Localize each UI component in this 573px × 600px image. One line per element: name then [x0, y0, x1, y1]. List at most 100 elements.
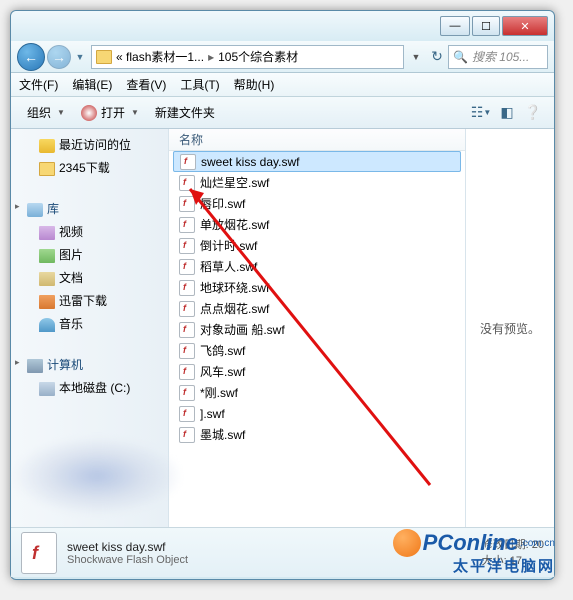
- address-dropdown[interactable]: ▼: [408, 52, 424, 62]
- preview-pane: 没有预览。: [466, 129, 554, 527]
- chevron-down-icon: ▼: [131, 108, 139, 117]
- preview-empty-text: 没有预览。: [480, 320, 540, 337]
- sidebar-item-videos[interactable]: 视频: [11, 220, 168, 243]
- file-name-label: 飞鸽.swf: [200, 342, 245, 359]
- menu-file[interactable]: 文件(F): [19, 76, 58, 93]
- back-button[interactable]: ←: [17, 43, 45, 71]
- nav-bar: ← → ▼ « flash素材一1... ▸ 105个综合素材 ▼ ↻ 🔍 搜索…: [11, 41, 554, 73]
- file-row[interactable]: 单放烟花.swf: [169, 214, 465, 235]
- help-button[interactable]: ❔: [520, 102, 546, 124]
- maximize-button[interactable]: ☐: [472, 16, 500, 36]
- menu-edit[interactable]: 编辑(E): [72, 76, 112, 93]
- menu-tools[interactable]: 工具(T): [180, 76, 219, 93]
- file-name-label: *刚.swf: [200, 384, 238, 401]
- swf-file-icon: [179, 364, 195, 380]
- view-options-button[interactable]: ☷▼: [468, 102, 494, 124]
- file-name-label: 风车.swf: [200, 363, 245, 380]
- file-row[interactable]: 倒计时.swf: [169, 235, 465, 256]
- file-row[interactable]: 飞鸽.swf: [169, 340, 465, 361]
- watermark-cn: 太平洋电脑网: [393, 555, 555, 576]
- tree: 最近访问的位 2345下载 ▸库 视频 图片 文档 迅雷下载 音乐 ▸计算机 本…: [11, 129, 168, 421]
- sidebar-item-recent[interactable]: 最近访问的位: [11, 133, 168, 156]
- sidebar-item-computer[interactable]: ▸计算机: [11, 353, 168, 376]
- swf-file-icon: [179, 322, 195, 338]
- sidebar-item-xunlei[interactable]: 迅雷下载: [11, 289, 168, 312]
- breadcrumb-1[interactable]: flash素材一1...: [126, 48, 204, 65]
- sidebar-item-localdisk[interactable]: 本地磁盘 (C:): [11, 376, 168, 399]
- file-name-label: 地球环绕.swf: [200, 279, 269, 296]
- sidebar-item-pictures[interactable]: 图片: [11, 243, 168, 266]
- globe-icon: [393, 529, 421, 557]
- file-row[interactable]: 地球环绕.swf: [169, 277, 465, 298]
- newfolder-label: 新建文件夹: [155, 104, 215, 121]
- sidebar-item-music[interactable]: 音乐: [11, 312, 168, 335]
- file-name-label: 唇印.swf: [200, 195, 245, 212]
- titlebar: — ☐ ✕: [11, 11, 554, 41]
- breadcrumb-2[interactable]: 105个综合素材: [218, 48, 298, 65]
- file-row[interactable]: 风车.swf: [169, 361, 465, 382]
- selected-file-type: Shockwave Flash Object: [67, 554, 188, 566]
- newfolder-button[interactable]: 新建文件夹: [147, 101, 223, 124]
- file-row[interactable]: 唇印.swf: [169, 193, 465, 214]
- expand-icon[interactable]: ▸: [15, 357, 20, 368]
- library-icon: [27, 203, 43, 217]
- search-input[interactable]: 🔍 搜索 105...: [448, 45, 548, 69]
- swf-file-icon: [179, 259, 195, 275]
- column-header-name[interactable]: 名称: [169, 129, 465, 151]
- toolbar: 组织 ▼ 打开 ▼ 新建文件夹 ☷▼ ◧ ❔: [11, 97, 554, 129]
- video-icon: [39, 226, 55, 240]
- file-name-label: 单放烟花.swf: [200, 216, 269, 233]
- folder-icon: [39, 162, 55, 176]
- file-name-label: ].swf: [200, 407, 225, 421]
- file-row[interactable]: sweet kiss day.swf: [173, 151, 461, 172]
- menu-view[interactable]: 查看(V): [126, 76, 166, 93]
- swf-file-icon: [179, 238, 195, 254]
- organize-label: 组织: [27, 104, 51, 121]
- sidebar-item-downloads[interactable]: 2345下载: [11, 156, 168, 179]
- minimize-button[interactable]: —: [440, 16, 470, 36]
- selected-file-name: sweet kiss day.swf: [67, 540, 188, 554]
- open-button[interactable]: 打开 ▼: [73, 101, 147, 124]
- file-row[interactable]: *刚.swf: [169, 382, 465, 403]
- menu-help[interactable]: 帮助(H): [234, 76, 275, 93]
- document-icon: [39, 272, 55, 286]
- file-type-icon: [21, 532, 57, 574]
- file-name-label: 对象动画 船.swf: [200, 321, 285, 338]
- swf-file-icon: [179, 427, 195, 443]
- sidebar-item-library[interactable]: ▸库: [11, 197, 168, 220]
- blur-overlay: [12, 436, 182, 516]
- watermark-brand: PConline: [423, 530, 518, 556]
- computer-icon: [27, 359, 43, 373]
- search-placeholder: 搜索 105...: [472, 48, 529, 65]
- file-row[interactable]: ].swf: [169, 403, 465, 424]
- refresh-button[interactable]: ↻: [426, 46, 448, 68]
- file-row[interactable]: 墨城.swf: [169, 424, 465, 445]
- swf-file-icon: [179, 301, 195, 317]
- nav-history-dropdown[interactable]: ▼: [73, 52, 87, 62]
- swf-file-icon: [179, 217, 195, 233]
- expand-icon[interactable]: ▸: [15, 201, 20, 212]
- flash-icon: [81, 105, 97, 121]
- picture-icon: [39, 249, 55, 263]
- recent-icon: [39, 139, 55, 153]
- file-name-label: 倒计时.swf: [200, 237, 257, 254]
- swf-file-icon: [179, 406, 195, 422]
- menu-bar: 文件(F) 编辑(E) 查看(V) 工具(T) 帮助(H): [11, 73, 554, 97]
- close-button[interactable]: ✕: [502, 16, 548, 36]
- file-row[interactable]: 点点烟花.swf: [169, 298, 465, 319]
- file-row[interactable]: 稻草人.swf: [169, 256, 465, 277]
- preview-pane-button[interactable]: ◧: [494, 102, 520, 124]
- watermark: PConline .com.cn 太平洋电脑网: [393, 529, 555, 576]
- file-name-label: 墨城.swf: [200, 426, 245, 443]
- address-bar[interactable]: « flash素材一1... ▸ 105个综合素材: [91, 45, 404, 69]
- file-row[interactable]: 对象动画 船.swf: [169, 319, 465, 340]
- breadcrumb-prefix: «: [116, 50, 123, 64]
- sidebar-item-documents[interactable]: 文档: [11, 266, 168, 289]
- file-row[interactable]: 灿烂星空.swf: [169, 172, 465, 193]
- organize-button[interactable]: 组织 ▼: [19, 101, 73, 124]
- file-list: 名称 sweet kiss day.swf 灿烂星空.swf 唇印.swf 单放烟花.…: [169, 129, 466, 527]
- swf-file-icon: [179, 385, 195, 401]
- file-name-label: 灿烂星空.swf: [200, 174, 269, 191]
- open-label: 打开: [101, 104, 125, 121]
- forward-button[interactable]: →: [47, 45, 71, 69]
